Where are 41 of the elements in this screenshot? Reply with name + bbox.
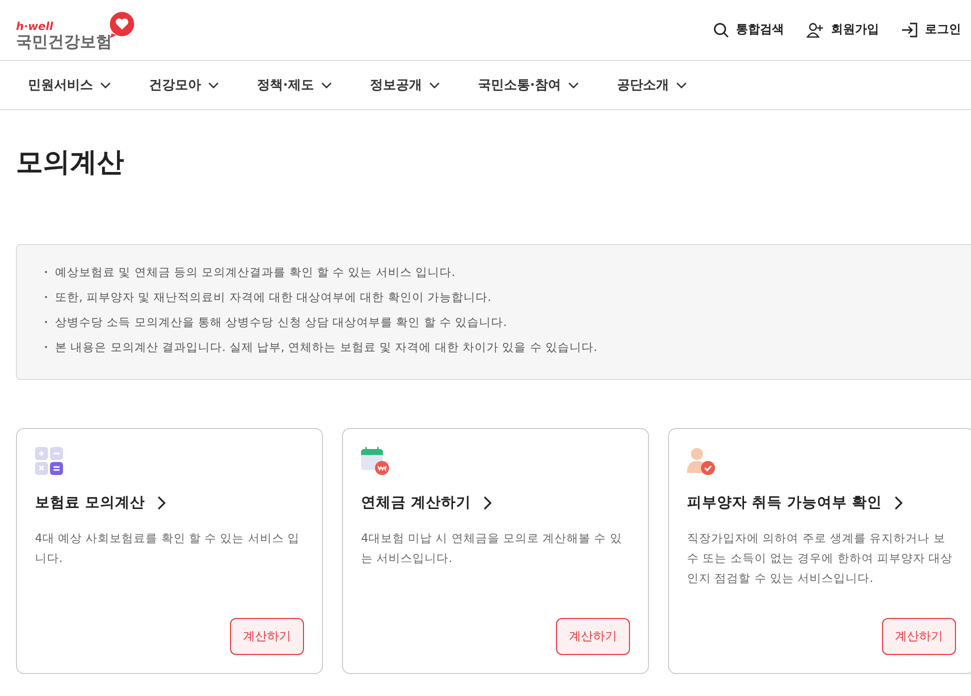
notice-text: 본 내용은 모의계산 결과입니다. 실제 납부, 연체하는 보험료 및 자격에 대한 차이가 있을 수 있습니다. xyxy=(45,335,971,360)
card-description: 4대보험 미납 시 연체금을 모의로 계산해볼 수 있는 서비스입니다. xyxy=(361,530,623,567)
login-icon xyxy=(901,22,918,38)
chevron-right-icon xyxy=(483,496,492,510)
header-link[interactable]: 회원가입 xyxy=(806,21,879,38)
search-icon xyxy=(713,22,729,38)
card-description: 직장가입자에 의하여 주로 생계를 유지하거나 보수 또는 소득이 없는 경우에 한하여 피부양자 대상인지 점검할 수 있는 서비스입니다. xyxy=(687,530,954,587)
header-link[interactable]: 통합검색 xyxy=(713,21,784,38)
chevron-right-icon xyxy=(157,496,166,510)
calculate-button[interactable]: 계산하기 xyxy=(882,618,956,655)
heart-logo-icon xyxy=(108,11,136,39)
chevron-down-icon xyxy=(208,82,219,88)
chevron-down-icon xyxy=(568,82,579,88)
nav-menu-item[interactable]: 정책·제도 xyxy=(257,76,332,94)
chevron-down-icon xyxy=(676,82,687,88)
card-title-link[interactable]: 피부양자 취득 가능여부 확인 xyxy=(687,493,956,512)
card-title-link[interactable]: 보험료 모의계산 xyxy=(35,493,304,512)
notice-text: 상병수당 소득 모의계산을 통해 상병수당 신청 상담 대상여부를 확인 할 수 있습니다. xyxy=(45,310,971,335)
chevron-right-icon xyxy=(894,496,904,510)
chevron-down-icon xyxy=(428,82,440,88)
calculate-button[interactable]: 계산하기 xyxy=(556,618,630,655)
chevron-down-icon xyxy=(100,82,111,88)
notice-text: 또한, 피부양자 및 재난적의료비 자격에 대한 대상여부에 대한 확인이 가능합니다. xyxy=(45,285,971,310)
chevron-down-icon xyxy=(320,82,332,88)
user-check-icon xyxy=(687,447,715,475)
calculator-icon xyxy=(35,447,63,475)
card-description: 4대 예상 사회보험료를 확인 할 수 있는 서비스 입니다. xyxy=(35,530,301,567)
nav-menu-item[interactable]: 공단소개 xyxy=(616,76,687,94)
nav-menu-item[interactable]: 정보공개 xyxy=(370,76,440,94)
notice-text: 예상보험료 및 연체금 등의 모의계산결과를 확인 할 수 있는 서비스 입니다. xyxy=(45,260,971,285)
nav-menu-item[interactable]: 국민소통·참여 xyxy=(478,76,579,94)
nav-menu-item[interactable]: 민원서비스 xyxy=(28,76,111,94)
calendar-icon xyxy=(361,447,389,475)
page-title: 모의계산 xyxy=(16,146,125,180)
card-title-link[interactable]: 연체금 계산하기 xyxy=(361,493,630,512)
logo-tagline: h·well xyxy=(16,21,54,32)
logo-name[interactable]: 국민건강보험 xyxy=(16,34,112,50)
nav-menu-item[interactable]: 건강모아 xyxy=(149,76,219,94)
add-user-icon xyxy=(806,22,824,38)
calculate-button[interactable]: 계산하기 xyxy=(230,618,304,655)
header-link[interactable]: 로그인 xyxy=(901,21,961,38)
